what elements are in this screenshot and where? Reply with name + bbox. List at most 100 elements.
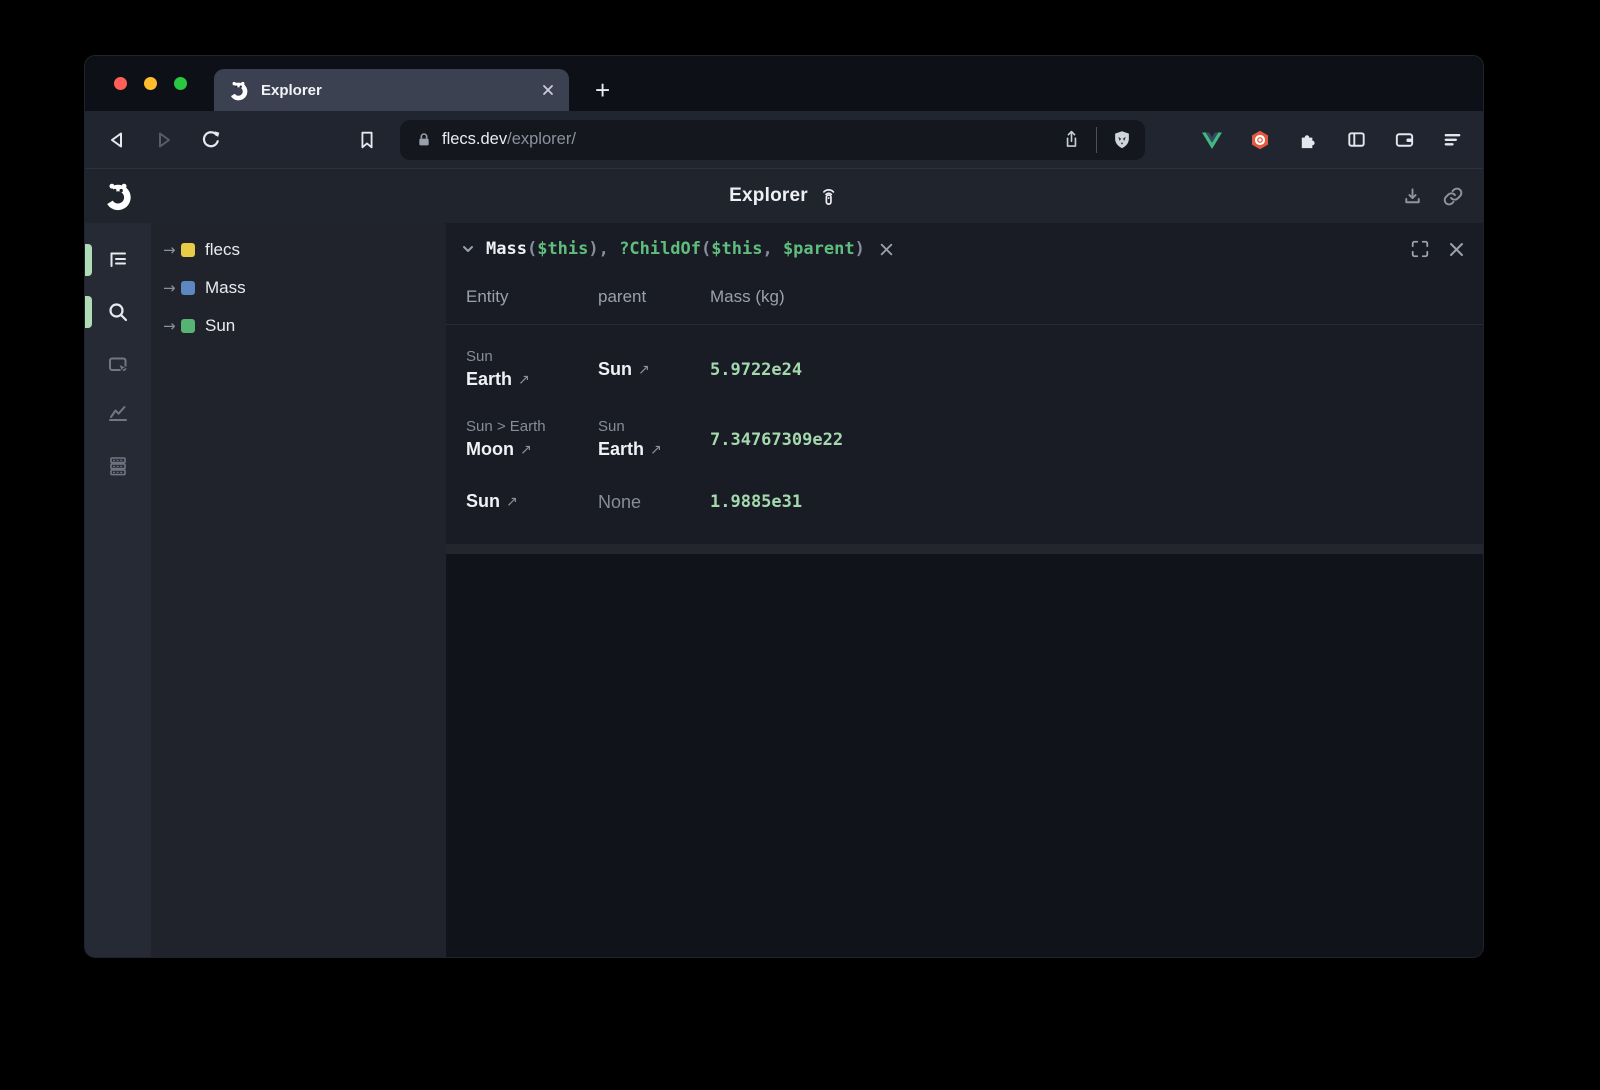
download-icon[interactable] xyxy=(1401,185,1424,208)
panel-resize-handle[interactable] xyxy=(446,544,1483,554)
inspector-icon[interactable] xyxy=(106,353,130,377)
parent-none-label: None xyxy=(598,490,710,515)
tab-title: Explorer xyxy=(261,82,322,99)
minimize-window-button[interactable] xyxy=(144,77,157,90)
main-content: → flecs → Mass → Sun xyxy=(85,223,1483,957)
query-token: $parent xyxy=(783,239,855,259)
back-button[interactable] xyxy=(105,128,129,152)
parent-name: Earth xyxy=(598,439,644,459)
parent-cell: None xyxy=(598,490,710,515)
page-title: Explorer xyxy=(729,185,808,207)
parent-parent-path: Sun xyxy=(598,417,710,437)
log-rows-icon[interactable] xyxy=(106,454,130,478)
fullscreen-icon[interactable] xyxy=(1410,239,1430,259)
chevron-down-icon[interactable] xyxy=(458,239,478,259)
parent-link[interactable]: Sun ↗ xyxy=(598,357,710,384)
parent-link[interactable]: Earth↗ xyxy=(598,437,710,464)
entity-name: Sun xyxy=(466,491,500,511)
tree-item-label: Mass xyxy=(205,278,246,298)
explorer-app-header: Explorer xyxy=(85,169,1483,223)
hexagon-extension-icon[interactable] xyxy=(1248,128,1272,152)
new-tab-button[interactable]: + xyxy=(587,69,618,111)
query-token: , xyxy=(762,239,782,259)
external-link-icon: ↗ xyxy=(520,442,532,458)
lock-icon xyxy=(416,132,432,148)
entity-cell: Sun Earth↗ xyxy=(466,347,598,394)
query-expression[interactable]: Mass($this), ?ChildOf($this, $parent) xyxy=(486,239,865,259)
brave-shields-icon[interactable] xyxy=(1111,129,1133,151)
entity-link[interactable]: Earth ↗ xyxy=(466,367,598,394)
menu-icon[interactable] xyxy=(1440,128,1464,152)
expand-arrow-icon[interactable]: → xyxy=(163,279,181,297)
tree-item-label: flecs xyxy=(205,240,240,260)
table-row: Sun > Earth Moon↗ Sun Earth↗ 7.34767309e… xyxy=(446,405,1483,475)
remote-connection-icon xyxy=(818,186,839,207)
link-icon[interactable] xyxy=(1442,185,1465,208)
query-token: Mass xyxy=(486,239,527,259)
query-token: ( xyxy=(701,239,711,259)
address-bar[interactable]: flecs.dev/explorer/ xyxy=(400,120,1145,160)
close-panel-icon[interactable] xyxy=(1448,241,1465,258)
query-token: ) xyxy=(855,239,865,259)
browser-toolbar: flecs.dev/explorer/ xyxy=(85,111,1483,169)
entity-name: Earth xyxy=(466,369,512,389)
parent-cell: Sun Earth↗ xyxy=(598,417,710,464)
query-token: ?ChildOf xyxy=(619,239,701,259)
sidebar-toggle-icon[interactable] xyxy=(1344,128,1368,152)
mass-value: 7.34767309e22 xyxy=(710,430,1483,450)
reload-button[interactable] xyxy=(199,128,223,152)
tab-close-icon[interactable] xyxy=(541,83,555,97)
entity-color-swatch xyxy=(181,319,195,333)
column-header-parent: parent xyxy=(598,287,710,307)
table-header-row: Entity parent Mass (kg) xyxy=(446,269,1483,325)
parent-cell: Sun ↗ xyxy=(598,357,710,384)
query-token: , xyxy=(599,239,619,259)
wallet-icon[interactable] xyxy=(1392,128,1416,152)
mass-value: 1.9885e31 xyxy=(710,492,1483,512)
browser-tab-explorer[interactable]: Explorer xyxy=(214,69,569,111)
tree-view-icon[interactable] xyxy=(106,248,130,272)
external-link-icon: ↗ xyxy=(506,494,518,510)
zoom-window-button[interactable] xyxy=(174,77,187,90)
query-editor[interactable]: Mass($this), ?ChildOf($this, $parent) xyxy=(446,223,1483,269)
tree-item-sun[interactable]: → Sun xyxy=(151,307,446,345)
entity-link[interactable]: Moon↗ xyxy=(466,437,598,464)
entity-cell: Sun ↗ xyxy=(466,489,598,516)
bookmark-icon[interactable] xyxy=(355,128,379,152)
entity-tree-panel: → flecs → Mass → Sun xyxy=(151,223,446,957)
table-body: Sun Earth↗ Sun↗ 5.9722e24 Sun > Earth xyxy=(446,325,1483,525)
flecs-logo-icon xyxy=(103,181,133,211)
window-controls xyxy=(85,77,187,90)
browser-window: Explorer + xyxy=(84,55,1484,958)
external-link-icon: ↗ xyxy=(638,362,650,378)
column-header-mass: Mass (kg) xyxy=(710,287,1483,307)
vue-devtools-extension-icon[interactable] xyxy=(1200,128,1224,152)
tree-item-flecs[interactable]: → flecs xyxy=(151,231,446,269)
close-window-button[interactable] xyxy=(114,77,127,90)
forward-button[interactable] xyxy=(152,128,176,152)
query-token: ( xyxy=(527,239,537,259)
clear-query-icon[interactable] xyxy=(879,242,894,257)
tab-strip: Explorer + xyxy=(85,56,1483,111)
entity-color-swatch xyxy=(181,281,195,295)
mass-value: 5.9722e24 xyxy=(710,360,1483,380)
expand-arrow-icon[interactable]: → xyxy=(163,241,181,259)
expand-arrow-icon[interactable]: → xyxy=(163,317,181,335)
entity-color-swatch xyxy=(181,243,195,257)
tree-panel-indicator xyxy=(85,244,92,276)
search-icon[interactable] xyxy=(106,300,130,324)
entity-link[interactable]: Sun ↗ xyxy=(466,489,598,516)
share-icon[interactable] xyxy=(1061,129,1082,150)
query-token: $this xyxy=(537,239,588,259)
table-row: Sun ↗ None 1.9885e31 xyxy=(446,479,1483,525)
tree-item-mass[interactable]: → Mass xyxy=(151,269,446,307)
column-header-entity: Entity xyxy=(466,287,598,307)
query-token: $this xyxy=(711,239,762,259)
extensions-puzzle-icon[interactable] xyxy=(1296,128,1320,152)
toolbar-divider xyxy=(1096,127,1097,153)
parent-name: Sun xyxy=(598,359,632,379)
query-panel-indicator xyxy=(85,296,92,328)
stats-chart-icon[interactable] xyxy=(106,401,130,425)
url-domain: flecs.dev xyxy=(442,130,507,149)
external-link-icon: ↗ xyxy=(518,372,530,388)
